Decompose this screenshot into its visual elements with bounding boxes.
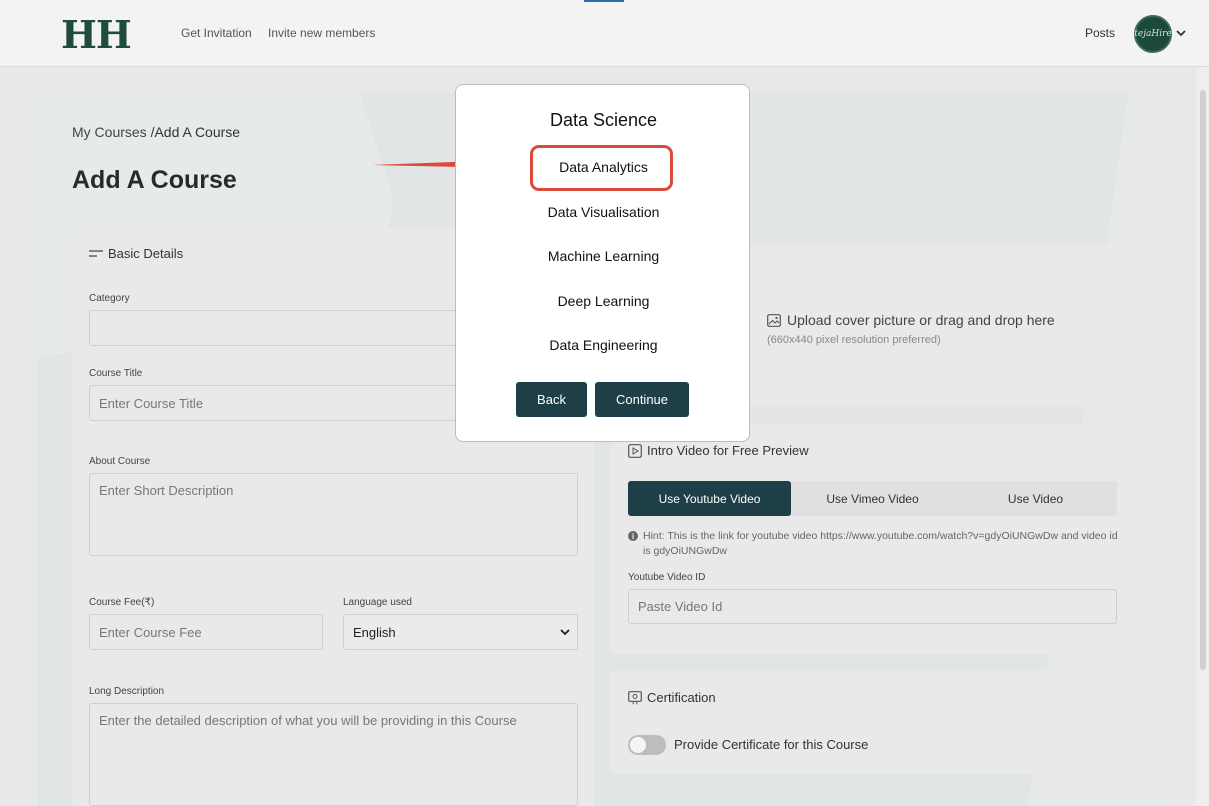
- option-data-visualisation[interactable]: Data Visualisation: [456, 204, 751, 220]
- option-machine-learning[interactable]: Machine Learning: [456, 248, 751, 264]
- basic-details-title: Basic Details: [108, 246, 184, 261]
- youtube-hint-text: Hint: This is the link for youtube video…: [643, 530, 1118, 557]
- image-icon: [767, 313, 781, 327]
- certificate-toggle-label: Provide Certificate for this Course: [674, 737, 869, 752]
- continue-button[interactable]: Continue: [595, 382, 689, 417]
- certification-heading: Certification: [628, 690, 716, 705]
- course-fee-label: Course Fee(₹): [89, 597, 155, 608]
- category-label: Category: [89, 293, 130, 304]
- language-value: English: [353, 624, 396, 640]
- nav-get-invitation[interactable]: Get Invitation: [181, 26, 252, 40]
- option-data-analytics[interactable]: Data Analytics: [456, 159, 751, 175]
- upload-dropzone[interactable]: Upload cover picture or drag and drop he…: [767, 312, 1055, 328]
- chevron-down-icon: [560, 629, 570, 636]
- tab-vimeo-video[interactable]: Use Vimeo Video: [791, 481, 954, 516]
- certificate-icon: [628, 690, 642, 704]
- brand-logo[interactable]: HH: [61, 12, 132, 57]
- play-icon: [628, 443, 642, 458]
- modal-title: Data Science: [549, 110, 658, 130]
- certification-title: Certification: [647, 690, 716, 705]
- nav-invite-members[interactable]: Invite new members: [268, 26, 375, 40]
- course-fee-placeholder: Enter Course Fee: [99, 624, 202, 640]
- youtube-id-placeholder: Paste Video Id: [638, 599, 723, 614]
- course-fee-input[interactable]: Enter Course Fee: [89, 614, 323, 650]
- lines-icon: [89, 249, 103, 257]
- breadcrumb-current: Add A Course: [154, 124, 241, 140]
- page-title: Add A Course: [72, 166, 237, 194]
- language-select[interactable]: English: [343, 614, 578, 650]
- intro-video-title: Intro Video for Free Preview: [647, 443, 809, 458]
- intro-video-heading: Intro Video for Free Preview: [628, 443, 809, 458]
- scrollbar-thumb[interactable]: [1200, 90, 1206, 670]
- breadcrumb-my-courses[interactable]: My Courses: [72, 124, 147, 140]
- course-title-label: Course Title: [89, 368, 143, 379]
- nav-posts[interactable]: Posts: [1085, 26, 1115, 40]
- tab-youtube-video[interactable]: Use Youtube Video: [628, 481, 791, 516]
- avatar[interactable]: tejaHire: [1134, 15, 1172, 53]
- breadcrumb: My Courses /Add A Course: [72, 124, 240, 140]
- certificate-toggle[interactable]: [628, 735, 666, 755]
- top-navbar: HH Get Invitation Invite new members Pos…: [0, 0, 1209, 67]
- upload-resolution-hint: (660x440 pixel resolution preferred): [767, 334, 941, 346]
- avatar-text: tejaHire: [1134, 29, 1172, 39]
- about-course-placeholder: Enter Short Description: [99, 483, 234, 498]
- course-title-placeholder: Enter Course Title: [99, 395, 204, 411]
- subcategory-modal: Data Science Data Analytics Data Visuali…: [455, 84, 750, 442]
- toggle-knob: [630, 737, 646, 753]
- certification-card: [611, 671, 1133, 774]
- long-description-label: Long Description: [89, 686, 165, 697]
- language-label: Language used: [343, 597, 412, 608]
- back-button[interactable]: Back: [516, 382, 587, 417]
- youtube-id-input[interactable]: Paste Video Id: [628, 589, 1117, 624]
- youtube-id-label: Youtube Video ID: [628, 572, 706, 583]
- tab-upload-video[interactable]: Use Video: [954, 481, 1117, 516]
- about-course-textarea[interactable]: Enter Short Description: [89, 473, 578, 556]
- basic-details-heading: Basic Details: [89, 246, 183, 261]
- long-description-placeholder: Enter the detailed description of what y…: [99, 713, 517, 728]
- upload-text: Upload cover picture or drag and drop he…: [787, 312, 1055, 328]
- top-accent-bar: [584, 0, 624, 2]
- long-description-textarea[interactable]: Enter the detailed description of what y…: [89, 703, 578, 806]
- info-icon: i: [628, 531, 638, 541]
- chevron-down-icon[interactable]: [1174, 26, 1188, 40]
- option-data-engineering[interactable]: Data Engineering: [456, 337, 751, 353]
- option-deep-learning[interactable]: Deep Learning: [456, 293, 751, 309]
- youtube-hint: i Hint: This is the link for youtube vid…: [628, 529, 1118, 559]
- video-source-tabs: Use Youtube Video Use Vimeo Video Use Vi…: [628, 481, 1117, 516]
- about-course-label: About Course: [89, 456, 151, 467]
